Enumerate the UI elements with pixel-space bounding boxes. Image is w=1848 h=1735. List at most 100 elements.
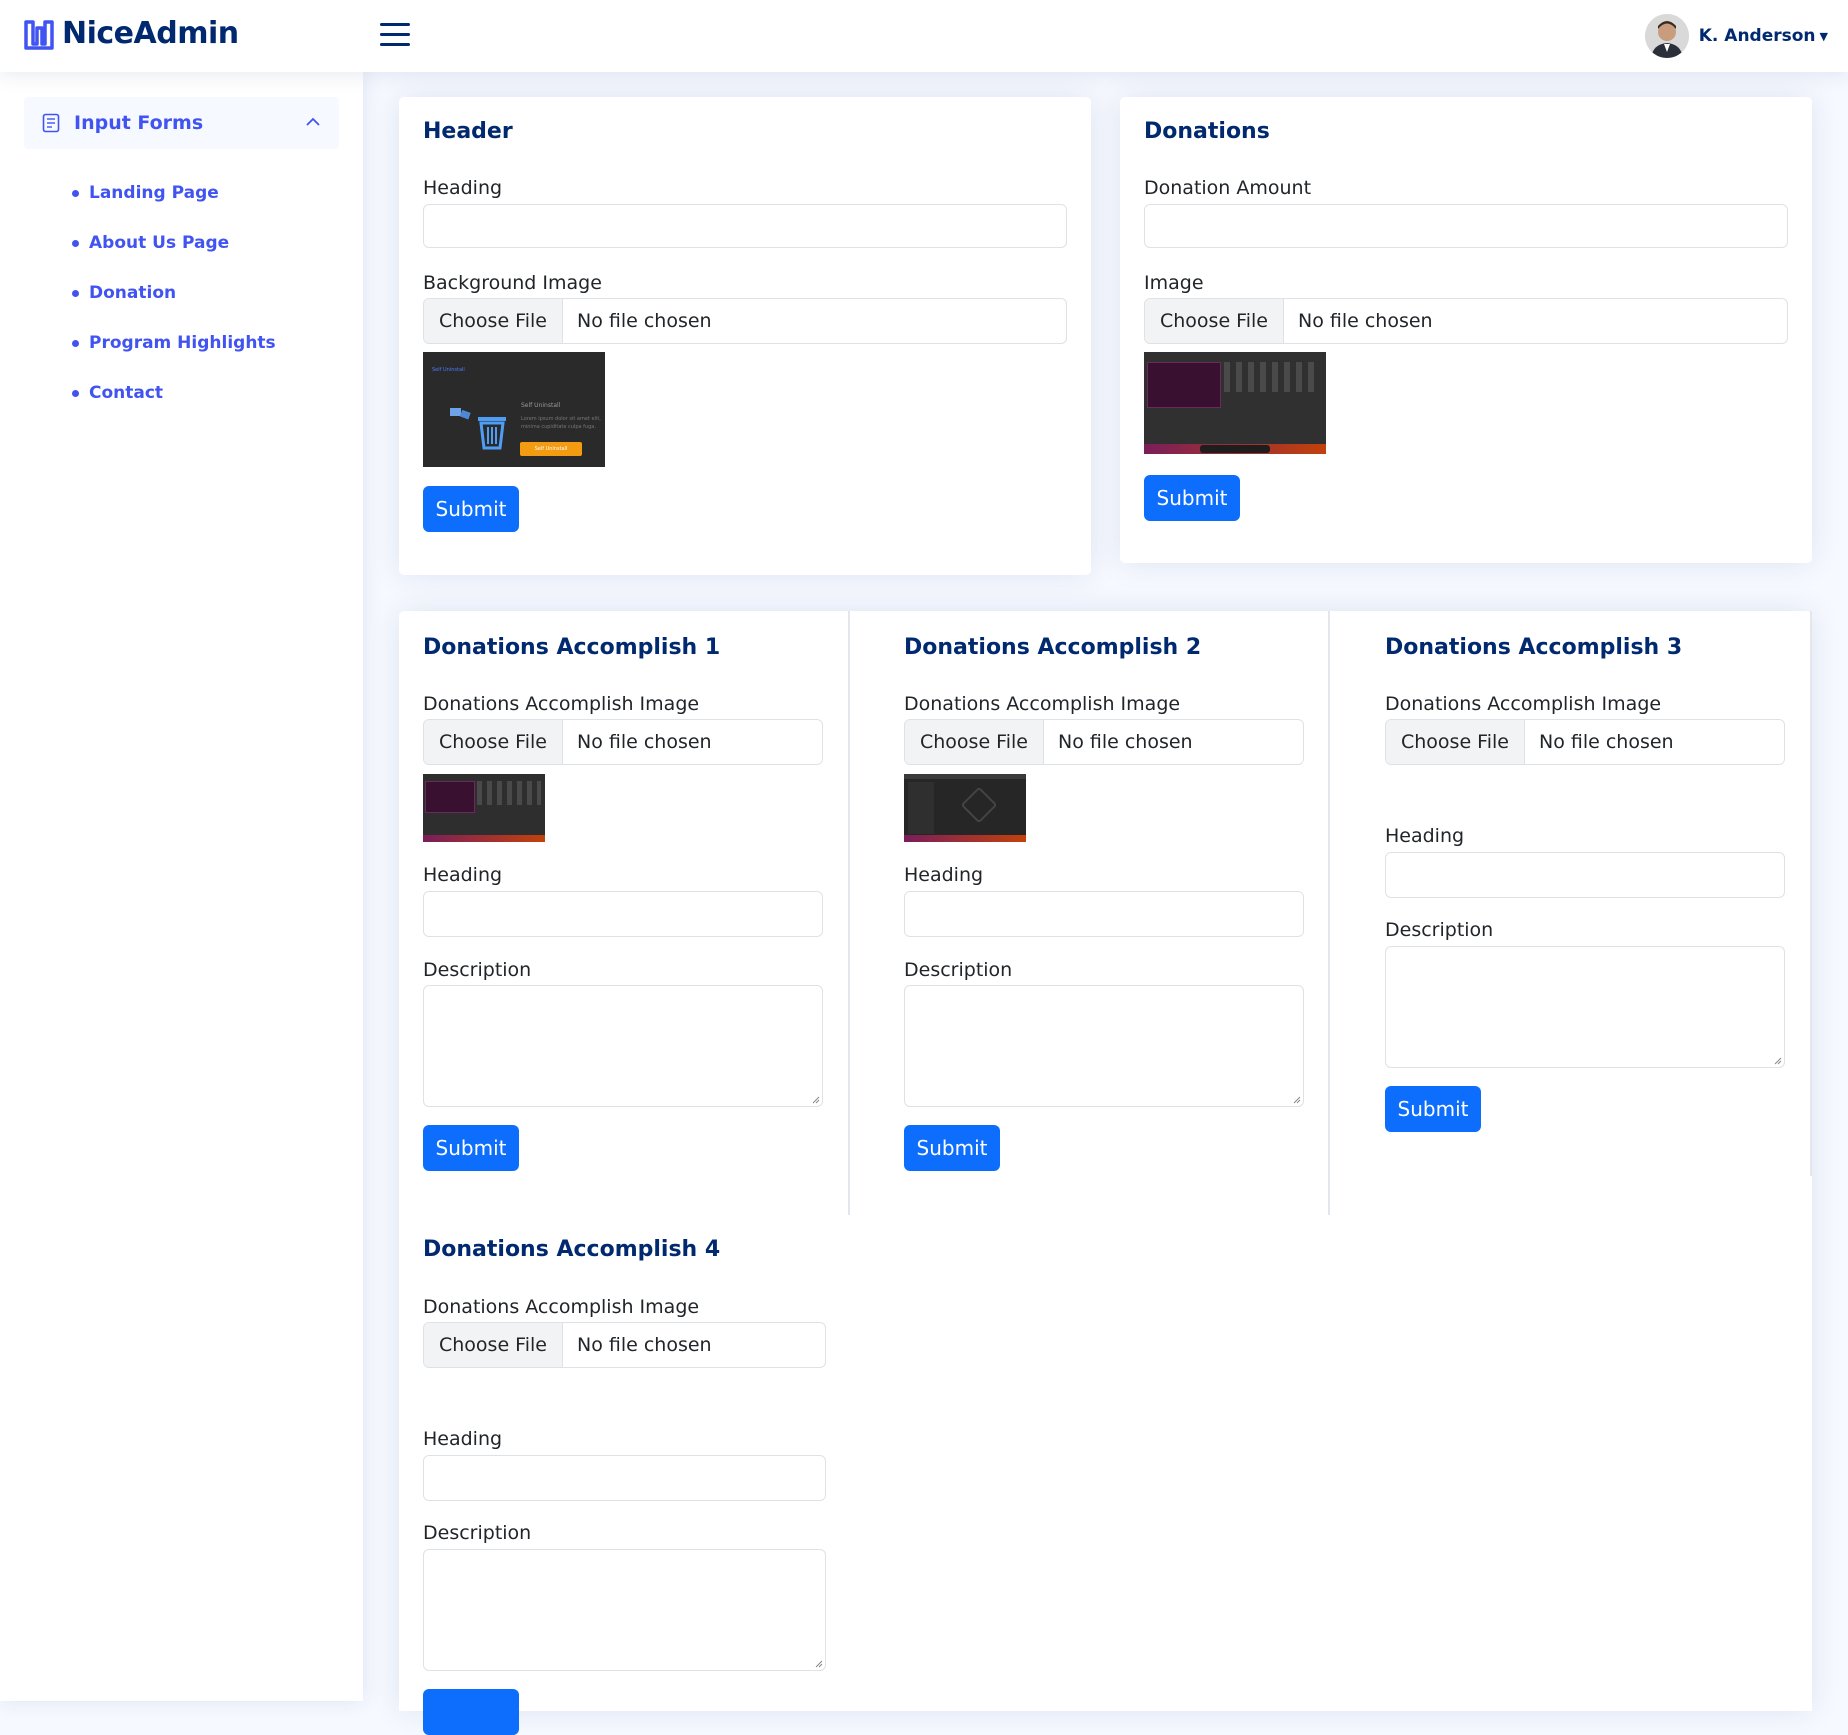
sidebar-item-label: Input Forms — [74, 112, 204, 134]
header-card: Header Heading Background Image Choose F… — [399, 97, 1091, 575]
choose-file-button[interactable]: Choose File — [1386, 720, 1525, 764]
donation-image-preview — [1144, 352, 1326, 454]
bullet-icon — [72, 239, 79, 247]
sidebar-item-input-forms[interactable]: Input Forms — [24, 97, 339, 149]
donation-amount-label: Donation Amount — [1144, 177, 1312, 199]
accomplish-4-description-label: Description — [423, 1522, 532, 1544]
donations-card: Donations Donation Amount Image Choose F… — [1120, 97, 1812, 563]
accomplish-card: Donations Accomplish 1 Donations Accompl… — [399, 611, 1812, 1735]
app-name: NiceAdmin — [62, 16, 239, 51]
document-icon — [42, 113, 60, 133]
accomplish-1-heading-label: Heading — [423, 864, 503, 886]
column-divider — [848, 611, 850, 1215]
preview-body: Lorem ipsum dolor sit amet elit, minima … — [521, 416, 601, 430]
accomplish-4-description-textarea[interactable] — [423, 1549, 826, 1671]
file-status: No file chosen — [576, 1334, 712, 1356]
accomplish-1-heading-input[interactable] — [423, 891, 823, 937]
header-submit-button[interactable]: Submit — [423, 486, 519, 532]
accomplish-2-submit-button[interactable]: Submit — [904, 1125, 1000, 1171]
top-navbar: NiceAdmin K. Anderson ▼ — [0, 0, 1848, 72]
file-status: No file chosen — [576, 310, 712, 332]
choose-file-button[interactable]: Choose File — [1145, 299, 1284, 343]
accomplish-3-submit-button[interactable]: Submit — [1385, 1086, 1481, 1132]
accomplish-1-title: Donations Accomplish 1 — [423, 635, 721, 660]
preview-button: Self Uninstall — [520, 442, 582, 456]
accomplish-3-description-textarea[interactable] — [1385, 946, 1785, 1068]
bullet-icon — [72, 389, 79, 397]
sidebar-item-about-us-page[interactable]: About Us Page — [72, 218, 276, 268]
accomplish-1-image-preview — [423, 774, 545, 842]
accomplish-4-title: Donations Accomplish 4 — [423, 1237, 721, 1262]
resize-grip-icon[interactable] — [1293, 1096, 1301, 1104]
choose-file-button[interactable]: Choose File — [424, 299, 563, 343]
donations-submit-button[interactable]: Submit — [1144, 475, 1240, 521]
accomplish-1-file-input[interactable]: Choose File No file chosen — [423, 719, 823, 765]
accomplish-2-heading-input[interactable] — [904, 891, 1304, 937]
accomplish-1-submit-button[interactable]: Submit — [423, 1125, 519, 1171]
donation-image-file-input[interactable]: Choose File No file chosen — [1144, 298, 1788, 344]
accomplish-2-title: Donations Accomplish 2 — [904, 635, 1202, 660]
resize-grip-icon[interactable] — [815, 1660, 823, 1668]
background-image-label: Background Image — [423, 272, 602, 294]
card-title: Header — [423, 119, 513, 144]
accomplish-3-image-label: Donations Accomplish Image — [1385, 693, 1662, 715]
preview-heading: Self Uninstall — [521, 402, 561, 409]
folder-icon — [450, 408, 471, 420]
profile-dropdown[interactable]: K. Anderson ▼ — [1644, 14, 1828, 58]
background-image-preview: Self Uninstall Self Uninstall Lorem ipsu… — [423, 352, 605, 467]
donation-amount-input[interactable] — [1144, 204, 1788, 248]
sidebar: Input Forms Landing Page About Us Page D… — [0, 72, 363, 1701]
choose-file-button[interactable]: Choose File — [424, 720, 563, 764]
bullet-icon — [72, 189, 79, 197]
sidebar-item-label: Program Highlights — [89, 333, 276, 353]
heading-label: Heading — [423, 177, 503, 199]
sidebar-item-contact[interactable]: Contact — [72, 368, 276, 418]
chevron-up-icon — [306, 117, 320, 126]
accomplish-4-image-label: Donations Accomplish Image — [423, 1296, 700, 1318]
file-status: No file chosen — [1297, 310, 1433, 332]
accomplish-2-description-textarea[interactable] — [904, 985, 1304, 1107]
sidebar-item-label: Donation — [89, 283, 177, 303]
card-title: Donations — [1144, 119, 1270, 144]
bullet-icon — [72, 289, 79, 297]
logo[interactable]: NiceAdmin — [24, 16, 239, 51]
file-status: No file chosen — [576, 731, 712, 753]
accomplish-3-heading-input[interactable] — [1385, 852, 1785, 898]
sidebar-item-program-highlights[interactable]: Program Highlights — [72, 318, 276, 368]
avatar — [1644, 14, 1689, 58]
sidebar-item-landing-page[interactable]: Landing Page — [72, 168, 276, 218]
accomplish-2-description-label: Description — [904, 959, 1013, 981]
hamburger-icon[interactable] — [380, 23, 410, 49]
accomplish-2-heading-label: Heading — [904, 864, 984, 886]
accomplish-2-image-preview — [904, 774, 1026, 842]
accomplish-3-heading-label: Heading — [1385, 825, 1465, 847]
accomplish-1-image-label: Donations Accomplish Image — [423, 693, 700, 715]
file-status: No file chosen — [1057, 731, 1193, 753]
accomplish-4-heading-label: Heading — [423, 1428, 503, 1450]
accomplish-1-description-label: Description — [423, 959, 532, 981]
resize-grip-icon[interactable] — [812, 1096, 820, 1104]
sidebar-item-donation[interactable]: Donation — [72, 268, 276, 318]
accomplish-4-submit-button[interactable] — [423, 1689, 519, 1735]
choose-file-button[interactable]: Choose File — [905, 720, 1044, 764]
accomplish-2-file-input[interactable]: Choose File No file chosen — [904, 719, 1304, 765]
bullet-icon — [72, 339, 79, 347]
accomplish-1-description-textarea[interactable] — [423, 985, 823, 1107]
resize-grip-icon[interactable] — [1774, 1057, 1782, 1065]
image-label: Image — [1144, 272, 1204, 294]
sidebar-item-label: Contact — [89, 383, 164, 403]
sidebar-item-label: Landing Page — [89, 183, 219, 203]
accomplish-4-heading-input[interactable] — [423, 1455, 826, 1501]
accomplish-3-description-label: Description — [1385, 919, 1494, 941]
column-divider — [1328, 611, 1330, 1215]
caret-down-icon: ▼ — [1819, 29, 1828, 43]
accomplish-3-file-input[interactable]: Choose File No file chosen — [1385, 719, 1785, 765]
accomplish-3-title: Donations Accomplish 3 — [1385, 635, 1683, 660]
choose-file-button[interactable]: Choose File — [424, 1323, 563, 1367]
file-status: No file chosen — [1538, 731, 1674, 753]
heading-input[interactable] — [423, 204, 1067, 248]
sidebar-subnav: Landing Page About Us Page Donation Prog… — [72, 168, 276, 418]
accomplish-4-file-input[interactable]: Choose File No file chosen — [423, 1322, 826, 1368]
logo-icon — [24, 19, 54, 50]
background-image-file-input[interactable]: Choose File No file chosen — [423, 298, 1067, 344]
